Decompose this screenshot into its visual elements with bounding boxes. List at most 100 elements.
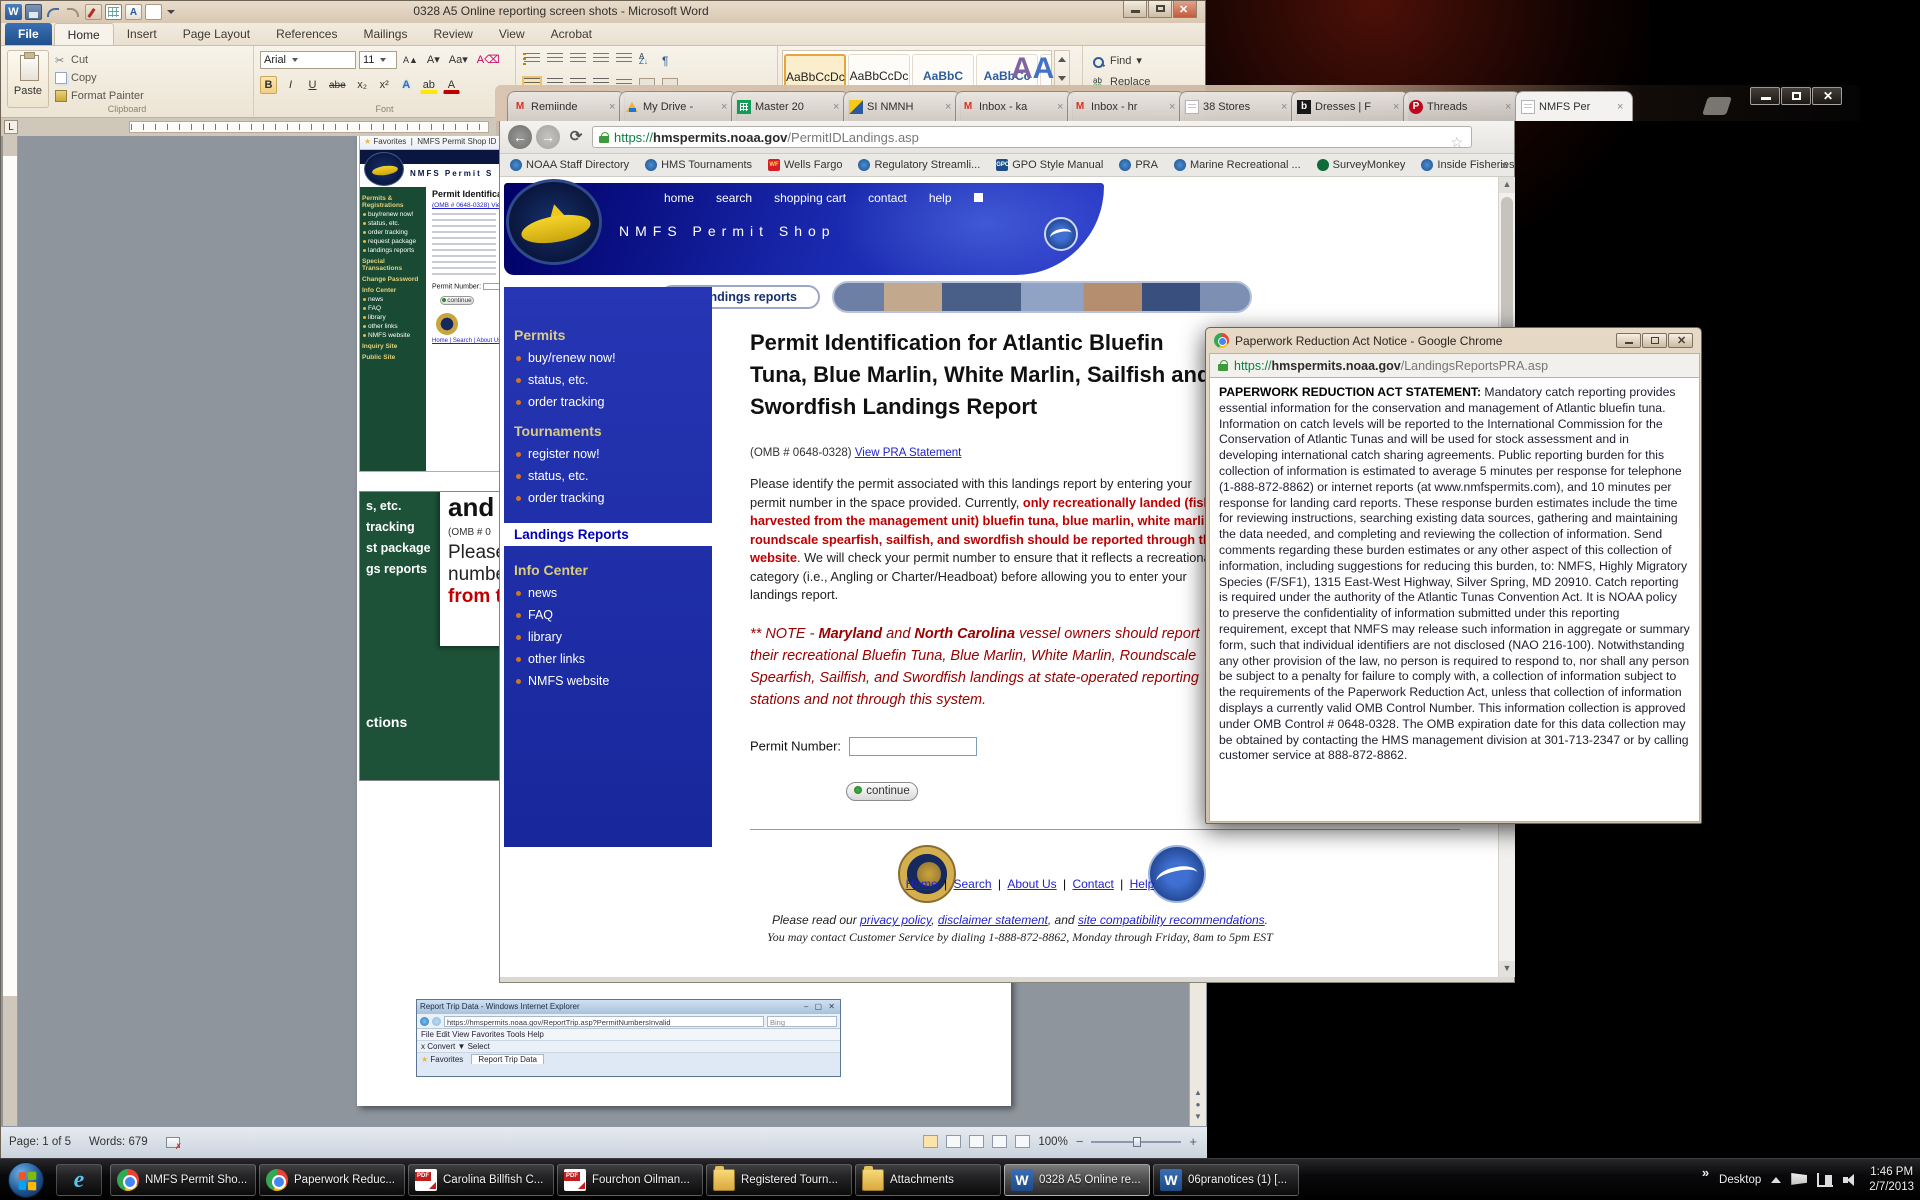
fullscreen-view-button[interactable] (946, 1135, 961, 1148)
previous-page-icon[interactable]: ▲ (1192, 1088, 1204, 1099)
font-size-select[interactable]: 11 (359, 51, 397, 69)
start-button[interactable] (8, 1162, 44, 1198)
tab-close-icon[interactable] (1393, 102, 1403, 112)
find-button[interactable]: Find ▾ (1093, 54, 1142, 67)
permit-number-input[interactable] (849, 737, 977, 756)
nav-search[interactable]: search (716, 191, 752, 205)
next-page-icon[interactable]: ▼ (1192, 1112, 1204, 1123)
bookmark-item[interactable]: Inside Fisheries :: N... (1421, 159, 1514, 171)
close-button[interactable]: ✕ (1668, 333, 1693, 348)
desktop-toolbar-label[interactable]: Desktop (1719, 1174, 1761, 1186)
taskbar-button[interactable]: 06pranotices (1) [... (1153, 1164, 1299, 1196)
bookmark-item[interactable]: SurveyMonkey (1317, 159, 1406, 171)
sidebar-link[interactable]: buy/renew now! (504, 347, 712, 369)
sidebar-link[interactable]: other links (504, 648, 712, 670)
zoom-level[interactable]: 100% (1038, 1136, 1067, 1148)
highlight-button[interactable]: ab (420, 76, 438, 94)
zoom-slider-thumb[interactable] (1133, 1137, 1141, 1147)
bookmark-item[interactable]: HMS Tournaments (645, 159, 752, 171)
tab-home[interactable]: Home (54, 23, 114, 45)
taskbar-button[interactable]: 0328 A5 Online re... (1004, 1164, 1150, 1196)
zoom-out-button[interactable]: − (1076, 1134, 1084, 1149)
footer-link-home[interactable]: Home (906, 877, 938, 891)
page-indicator[interactable]: Page: 1 of 5 (9, 1136, 71, 1148)
compatibility-link[interactable]: site compatibility recommendations (1078, 913, 1265, 927)
taskbar-button[interactable]: Carolina Billfish C... (408, 1164, 554, 1196)
browser-tab[interactable]: Inbox - hr (1067, 91, 1185, 121)
scroll-down-icon[interactable]: ▼ (1499, 961, 1515, 977)
cut-button[interactable]: Cut (55, 54, 88, 66)
show-marks-button[interactable] (662, 52, 678, 66)
sidebar-link[interactable]: FAQ (504, 604, 712, 626)
maximize-button[interactable] (1781, 87, 1811, 105)
show-hidden-icons-button[interactable] (1771, 1177, 1781, 1183)
numbering-button[interactable] (547, 52, 563, 66)
sidebar-link[interactable]: register now! (504, 443, 712, 465)
sidebar-item-landings-reports[interactable]: Landings Reports (504, 523, 712, 546)
tab-close-icon[interactable] (1169, 102, 1179, 112)
minimize-button[interactable] (1750, 87, 1780, 105)
nav-help[interactable]: help (929, 191, 952, 205)
sort-button[interactable] (639, 52, 655, 66)
tab-close-icon[interactable] (1057, 102, 1067, 112)
address-bar[interactable]: https://hmspermits.noaa.gov/PermitIDLand… (592, 126, 1472, 148)
nav-contact[interactable]: contact (868, 191, 907, 205)
decrease-indent-button[interactable] (593, 52, 609, 66)
tab-file[interactable]: File (5, 23, 52, 45)
bookmarks-overflow-icon[interactable]: » (1501, 158, 1508, 172)
tab-close-icon[interactable] (1617, 102, 1627, 112)
vertical-ruler[interactable] (3, 136, 18, 1126)
browser-tab[interactable]: Threads (1403, 91, 1521, 121)
bookmark-item[interactable]: Marine Recreational ... (1174, 159, 1301, 171)
zoom-in-button[interactable]: + (1189, 1134, 1197, 1149)
taskbar-ie-icon[interactable]: e (56, 1164, 102, 1196)
subscript-button[interactable]: x₂ (354, 76, 371, 94)
tab-view[interactable]: View (486, 23, 538, 45)
font-name-select[interactable]: Arial (260, 51, 356, 69)
bookmark-star-icon[interactable]: ☆ (1450, 135, 1463, 149)
browser-tab[interactable]: SI NMNH (843, 91, 961, 121)
scroll-ball-icon[interactable]: ● (1192, 1100, 1204, 1111)
reload-button[interactable]: ⟳ (564, 125, 588, 149)
action-center-icon[interactable] (1791, 1173, 1807, 1187)
horizontal-ruler[interactable] (1, 118, 496, 136)
taskbar-button[interactable]: Paperwork Reduc... (259, 1164, 405, 1196)
sidebar-link[interactable]: status, etc. (504, 465, 712, 487)
bookmark-item[interactable]: NOAA Staff Directory (510, 159, 629, 171)
tab-insert[interactable]: Insert (114, 23, 170, 45)
taskbar-button[interactable]: NMFS Permit Sho... (110, 1164, 256, 1196)
clock[interactable]: 1:46 PM2/7/2013 (1869, 1165, 1914, 1195)
proofing-status-icon[interactable] (166, 1137, 180, 1148)
bookmark-item[interactable]: GPO Style Manual (996, 159, 1103, 171)
back-button[interactable]: ← (508, 125, 532, 149)
tab-acrobat[interactable]: Acrobat (538, 23, 605, 45)
footer-link-contact[interactable]: Contact (1072, 877, 1113, 891)
tab-references[interactable]: References (263, 23, 350, 45)
tab-page-layout[interactable]: Page Layout (170, 23, 263, 45)
taskbar-button[interactable]: Fourchon Oilman... (557, 1164, 703, 1196)
disclaimer-link[interactable]: disclaimer statement (938, 913, 1048, 927)
nav-shopping-cart[interactable]: shopping cart (774, 191, 846, 205)
strikethrough-button[interactable]: abe (326, 76, 349, 94)
sidebar-link[interactable]: library (504, 626, 712, 648)
multilevel-list-button[interactable] (570, 52, 586, 66)
tab-mailings[interactable]: Mailings (350, 23, 420, 45)
sidebar-link[interactable]: order tracking (504, 391, 712, 413)
clear-formatting-button[interactable]: A⌫ (474, 51, 503, 69)
footer-link-about[interactable]: About Us (1007, 877, 1056, 891)
sidebar-link[interactable]: order tracking (504, 487, 712, 509)
maximize-button[interactable] (1148, 1, 1172, 18)
zoom-slider[interactable] (1091, 1141, 1181, 1143)
font-color-button[interactable]: A (443, 76, 460, 94)
scroll-up-icon[interactable]: ▲ (1499, 177, 1515, 193)
tab-review[interactable]: Review (420, 23, 485, 45)
sidebar-link[interactable]: status, etc. (504, 369, 712, 391)
forward-button[interactable]: → (536, 125, 560, 149)
footer-link-help[interactable]: Help (1130, 877, 1155, 891)
tab-close-icon[interactable] (609, 102, 619, 112)
browser-tab[interactable]: Master 20 (731, 91, 849, 121)
word-titlebar[interactable]: W A 0328 A5 Online reporting screen shot… (1, 1, 1205, 23)
tab-close-icon[interactable] (1505, 102, 1515, 112)
bold-button[interactable]: B (260, 76, 277, 94)
draft-view-button[interactable] (1015, 1135, 1030, 1148)
